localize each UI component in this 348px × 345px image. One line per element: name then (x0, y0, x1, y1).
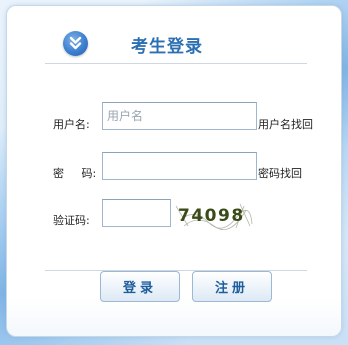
find-password-link[interactable]: 密码找回 (258, 165, 302, 181)
login-panel: 考生登录 用户名: 用户名找回 密 码: 密码找回 验证码: 74098 登录 … (6, 5, 342, 337)
captcha-label: 验证码: (53, 214, 90, 227)
password-input[interactable] (102, 152, 257, 180)
find-username-link[interactable]: 用户名找回 (258, 116, 313, 132)
header-divider (45, 63, 307, 64)
captcha-text: 74098 (178, 206, 245, 226)
download-arrow-icon (63, 31, 88, 56)
password-label: 密 码: (53, 167, 97, 180)
login-button[interactable]: 登录 (100, 271, 180, 302)
captcha-image[interactable]: 74098 (174, 196, 254, 232)
panel-header: 考生登录 (7, 6, 341, 64)
captcha-input[interactable] (102, 199, 171, 227)
register-button[interactable]: 注册 (192, 271, 272, 302)
page-title: 考生登录 (131, 37, 203, 57)
username-label: 用户名: (53, 118, 90, 131)
username-input[interactable] (102, 102, 257, 130)
